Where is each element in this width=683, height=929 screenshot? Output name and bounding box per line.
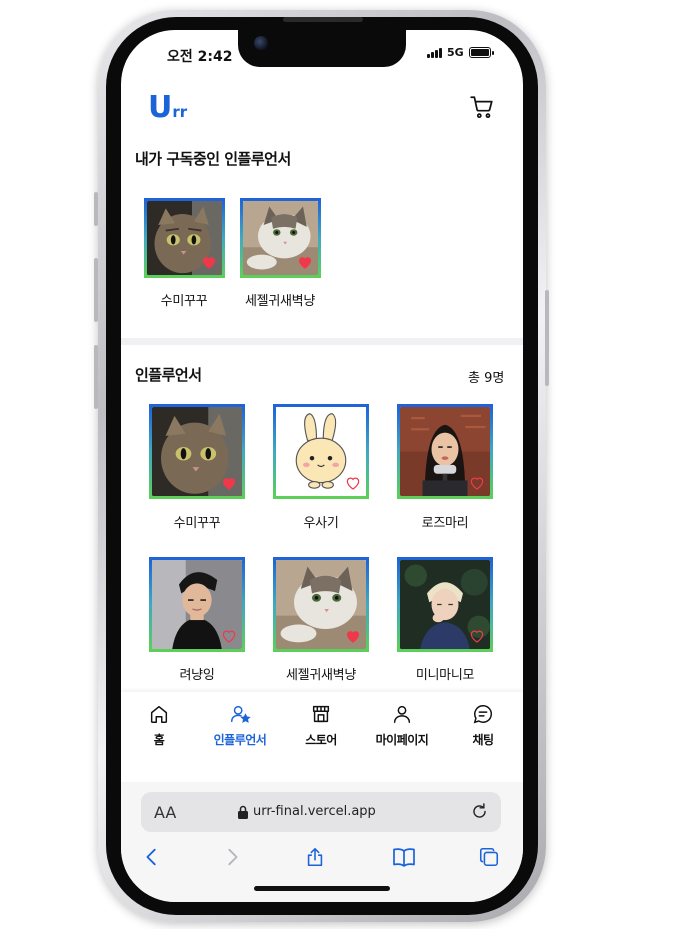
nav-chat[interactable]: 채팅 (443, 692, 523, 752)
notch (238, 30, 406, 67)
subscribed-tile-1[interactable] (144, 198, 225, 278)
nav-store[interactable]: 스토어 (281, 692, 361, 752)
volume-up-button (94, 258, 98, 322)
reload-icon[interactable] (470, 802, 489, 821)
forward-icon[interactable] (221, 845, 243, 869)
status-icons: 5G (427, 46, 494, 59)
lock-icon (238, 805, 248, 819)
cart-icon[interactable] (469, 94, 495, 120)
battery-icon (468, 47, 494, 58)
influencer-name-1: 수미꾸꾸 (173, 516, 221, 531)
home-indicator[interactable] (254, 886, 390, 891)
nav-influencer-label: 인플루언서 (213, 733, 267, 747)
address-bar[interactable]: AA urr-final.vercel.app (141, 792, 501, 832)
section-divider (121, 338, 523, 345)
phone-screen: 오전 2:42 5G Urr 내가 구독중인 인플루언서 수미꾸꾸 세젤귀새벽냥… (121, 30, 523, 902)
nav-influencer[interactable]: 인플루언서 (200, 692, 280, 752)
subscribed-title: 내가 구독중인 인플루언서 (135, 150, 291, 168)
logo-suffix: rr (172, 103, 188, 121)
influencers-title: 인플루언서 (135, 366, 202, 384)
nav-home-label: 홈 (153, 733, 165, 747)
influencer-icon (231, 705, 251, 723)
nav-mypage[interactable]: 마이페이지 (362, 692, 442, 752)
influencer-tile-1[interactable] (149, 404, 245, 499)
power-button (545, 290, 549, 386)
influencer-name-4: 려냥잉 (179, 668, 215, 683)
bookmarks-icon[interactable] (391, 845, 417, 869)
signal-icon (427, 47, 442, 58)
front-camera (254, 36, 268, 50)
network-type: 5G (447, 46, 464, 59)
influencer-name-5: 세젤귀새벽냥 (286, 668, 356, 683)
subscribed-name-2: 세젤귀새벽냥 (245, 294, 315, 309)
influencer-tile-5[interactable] (273, 557, 369, 652)
back-icon[interactable] (141, 845, 163, 869)
app-logo[interactable]: Urr (148, 90, 187, 125)
influencer-name-6: 미니마니모 (415, 668, 475, 683)
person-icon (393, 705, 411, 723)
tabs-icon[interactable] (478, 845, 500, 869)
text-size-button[interactable]: AA (154, 803, 176, 822)
influencer-name-3: 로즈마리 (421, 516, 469, 531)
status-time: 오전 2:42 (167, 49, 233, 65)
chat-icon (473, 705, 492, 724)
heart-filled-icon[interactable] (200, 253, 218, 271)
influencer-tile-6[interactable] (397, 557, 493, 652)
nav-chat-label: 채팅 (472, 733, 494, 747)
store-icon (312, 705, 330, 723)
browser-toolbar: AA urr-final.vercel.app (121, 782, 523, 902)
nav-store-label: 스토어 (305, 733, 337, 747)
heart-outline-icon[interactable] (468, 474, 486, 492)
url-text: urr-final.vercel.app (253, 804, 376, 819)
home-icon (150, 705, 168, 723)
heart-outline-icon[interactable] (344, 474, 362, 492)
influencer-tile-3[interactable] (397, 404, 493, 499)
share-icon[interactable] (304, 845, 326, 869)
heart-filled-icon[interactable] (220, 474, 238, 492)
logo-letter: U (148, 90, 172, 125)
bottom-nav: 홈 인플루언서 스토어 마이페이지 채팅 (121, 692, 523, 782)
influencer-tile-4[interactable] (149, 557, 245, 652)
speaker (283, 17, 363, 22)
subscribed-tile-2[interactable] (240, 198, 321, 278)
mute-switch (94, 192, 98, 226)
influencer-name-2: 우사기 (303, 516, 339, 531)
app-header: Urr (121, 88, 523, 128)
heart-outline-icon[interactable] (468, 627, 486, 645)
heart-filled-icon[interactable] (344, 627, 362, 645)
heart-filled-icon[interactable] (296, 253, 314, 271)
influencer-tile-2[interactable] (273, 404, 369, 499)
influencer-count: 총 9명 (468, 371, 505, 386)
nav-home[interactable]: 홈 (121, 692, 199, 752)
volume-down-button (94, 345, 98, 409)
heart-outline-icon[interactable] (220, 627, 238, 645)
nav-mypage-label: 마이페이지 (375, 733, 429, 747)
